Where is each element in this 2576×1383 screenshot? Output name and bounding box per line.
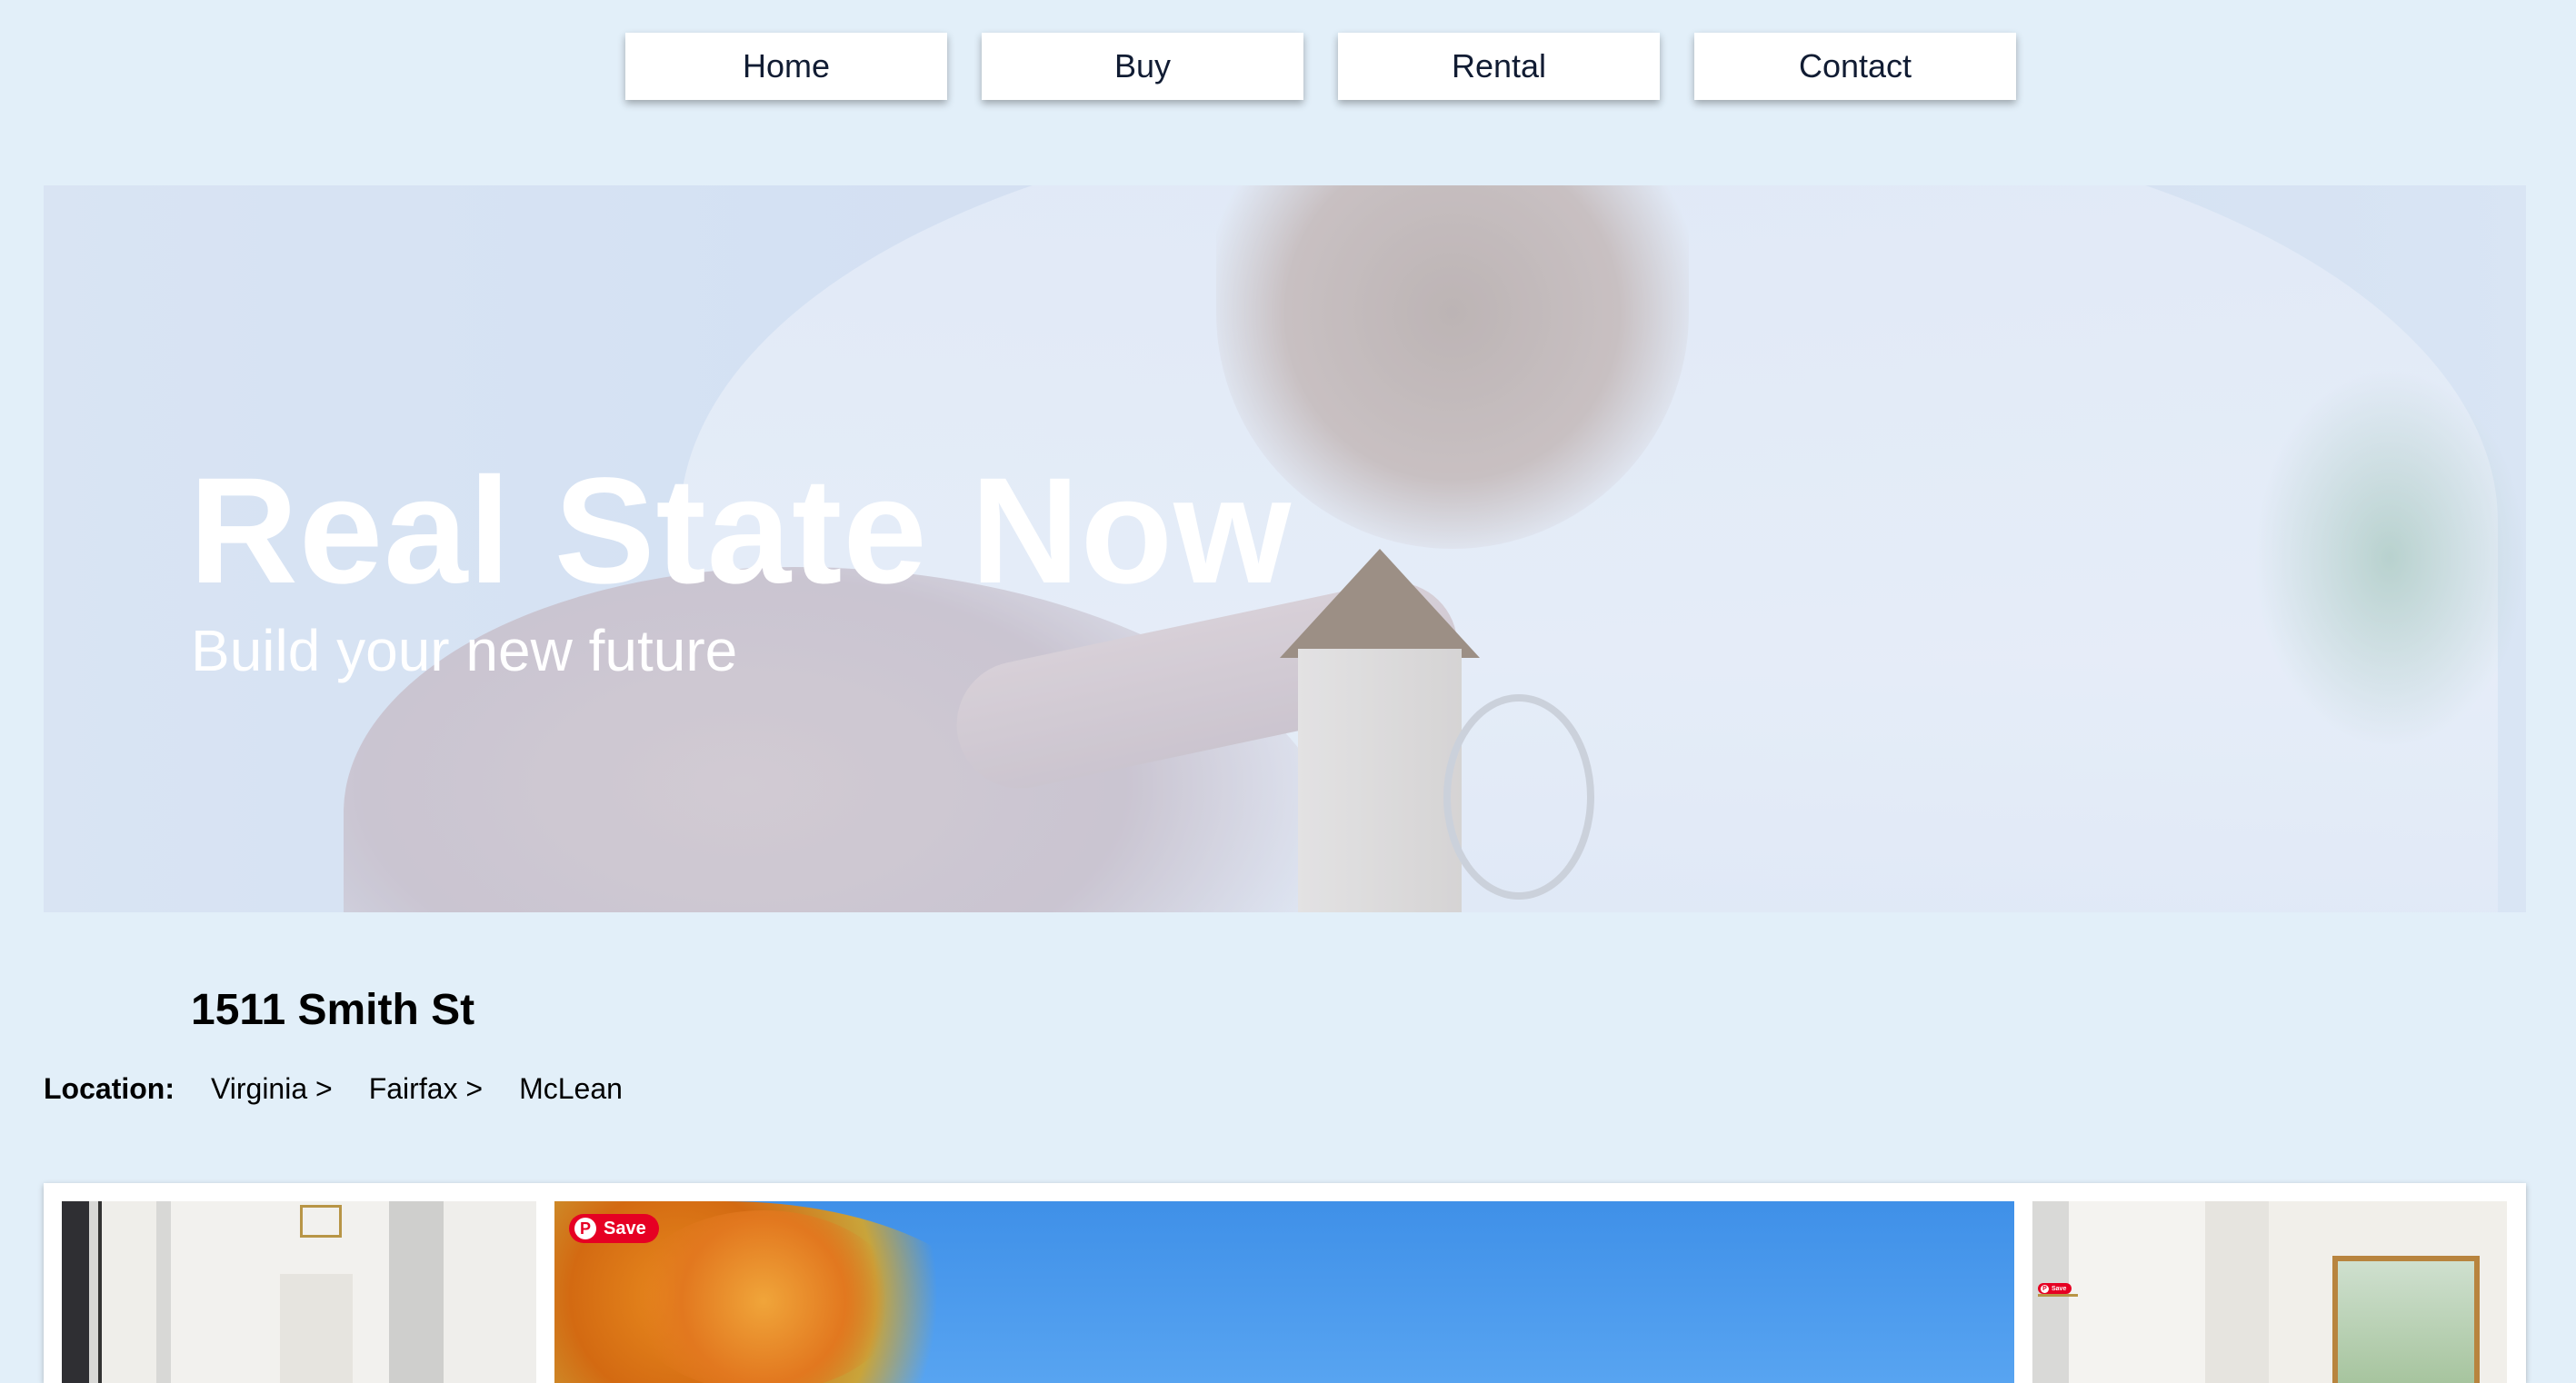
photo-gallery: P Save P Save [44,1183,2526,1383]
breadcrumb-city[interactable]: McLean [519,1072,623,1106]
pinterest-save-button-small[interactable]: P Save [2038,1283,2072,1294]
pinterest-save-button[interactable]: P Save [569,1214,659,1243]
nav-contact-button[interactable]: Contact [1694,33,2016,100]
location-label: Location: [44,1072,175,1105]
pinterest-icon: P [2041,1284,2049,1293]
top-navigation: Home Buy Rental Contact [0,33,2576,102]
breadcrumb-county[interactable]: Fairfax > [369,1072,483,1106]
gallery-thumbnail-hallway[interactable] [62,1201,536,1383]
hero-title: Real State Now [189,447,1293,615]
gallery-thumbnail-dining[interactable]: P Save [2032,1201,2507,1383]
breadcrumb-state[interactable]: Virginia > [211,1072,333,1106]
pinterest-icon: P [574,1218,596,1239]
save-label-small: Save [2052,1285,2067,1292]
gallery-main-photo[interactable]: P Save [554,1201,2014,1383]
nav-buy-button[interactable]: Buy [982,33,1303,100]
hero-banner: Real State Now Build your new future [44,185,2526,912]
location-breadcrumb: Location: Virginia > Fairfax > McLean [44,1072,659,1106]
hero-subtitle: Build your new future [191,618,738,683]
save-label: Save [604,1218,646,1239]
nav-rental-button[interactable]: Rental [1338,33,1660,100]
nav-home-button[interactable]: Home [625,33,947,100]
listing-address: 1511 Smith St [191,986,475,1034]
